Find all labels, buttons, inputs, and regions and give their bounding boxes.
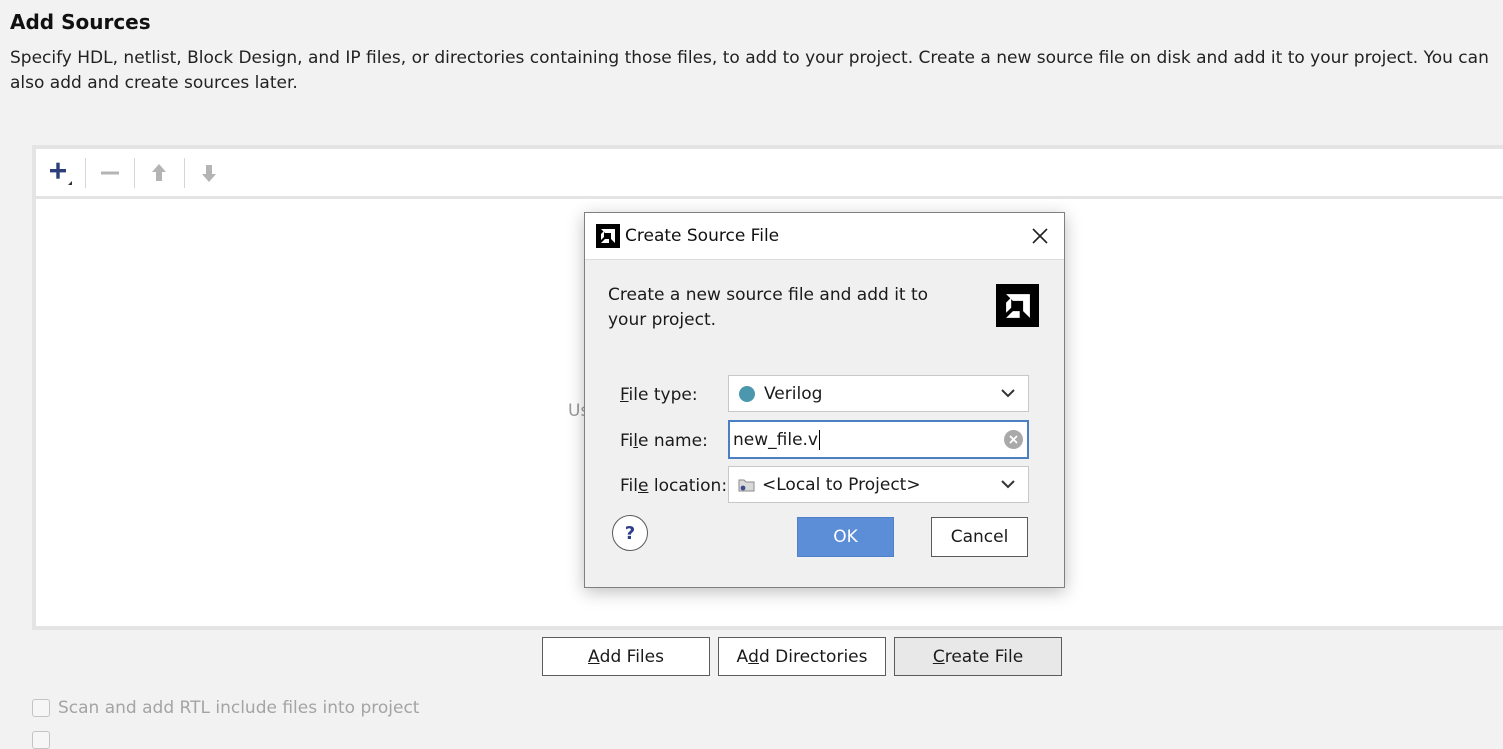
add-files-mnemonic: A (588, 646, 600, 667)
file-name-label: File name: (620, 431, 708, 451)
file-type-mnemonic: F (620, 385, 629, 405)
add-files-label: dd Files (599, 646, 664, 667)
move-up-button[interactable] (141, 157, 177, 189)
move-down-button[interactable] (191, 157, 227, 189)
page-title: Add Sources (10, 10, 151, 34)
dialog-titlebar: Create Source File (585, 213, 1064, 260)
create-file-button[interactable]: Create File (894, 637, 1062, 676)
clear-icon[interactable] (1004, 430, 1023, 449)
file-name-label-pre: Fi (620, 431, 634, 451)
create-file-label: reate File (944, 646, 1024, 667)
create-file-mnemonic: C (932, 646, 945, 667)
dialog-title: Create Source File (625, 226, 780, 246)
file-type-label: File type: (620, 385, 698, 405)
chevron-down-icon (1001, 389, 1015, 398)
remove-button[interactable] (92, 157, 128, 189)
dialog-description: Create a new source file and add it to y… (608, 285, 929, 330)
second-option-checkbox[interactable] (32, 731, 50, 749)
close-icon (1032, 228, 1048, 244)
file-location-select[interactable]: <Local to Project> (728, 466, 1029, 503)
chevron-down-icon (1001, 480, 1015, 489)
file-name-label-text: e name: (638, 431, 708, 451)
ok-button[interactable]: OK (797, 517, 894, 557)
remove-icon (101, 171, 119, 175)
close-button[interactable] (1026, 222, 1054, 250)
add-directories-label-pre: A (736, 646, 749, 667)
toolbar-separator (134, 158, 135, 188)
scan-rtl-option[interactable]: Scan and add RTL include files into proj… (32, 698, 419, 718)
help-button[interactable]: ? (612, 515, 648, 551)
move-down-icon (202, 165, 216, 182)
add-icon (50, 162, 72, 185)
file-name-value: new_file.v (733, 429, 818, 450)
add-files-button[interactable]: Add Files (542, 637, 710, 676)
file-name-input[interactable]: new_file.v (728, 420, 1029, 459)
sources-toolbar (36, 149, 1503, 198)
move-up-icon (152, 164, 166, 181)
add-directories-label: d Directories (758, 646, 868, 667)
file-location-mnemonic: e (638, 476, 649, 496)
file-location-value: <Local to Project> (762, 474, 921, 495)
add-directories-mnemonic: d (748, 646, 759, 667)
scan-rtl-checkbox[interactable] (32, 699, 50, 717)
toolbar-separator (184, 158, 185, 188)
amd-logo-icon (996, 284, 1039, 327)
file-location-label-pre: Fil (620, 476, 638, 496)
verilog-dot-icon (739, 385, 755, 402)
scan-rtl-label: Scan and add RTL include files into proj… (58, 698, 420, 718)
folder-icon (738, 479, 755, 491)
file-location-label-text: location: (648, 476, 728, 496)
file-type-value: Verilog (764, 383, 823, 404)
add-button[interactable] (42, 157, 78, 189)
file-type-select[interactable]: Verilog (728, 375, 1029, 412)
toolbar-separator (85, 158, 86, 188)
page-description: Specify HDL, netlist, Block Design, and … (10, 48, 1489, 93)
file-type-label-text: ile type: (628, 385, 698, 405)
help-icon: ? (624, 522, 636, 544)
create-source-file-dialog: Create Source File Create a new source f… (584, 212, 1065, 588)
file-location-label: File location: (620, 476, 727, 496)
amd-logo-icon (596, 224, 620, 248)
cancel-button[interactable]: Cancel (931, 517, 1028, 557)
add-directories-button[interactable]: Add Directories (718, 637, 886, 676)
text-caret (819, 429, 820, 450)
